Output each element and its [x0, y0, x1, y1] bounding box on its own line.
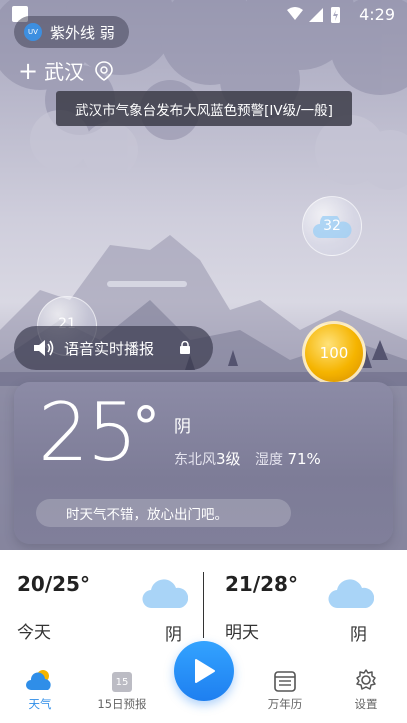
location-pin-icon — [95, 60, 113, 81]
forecast-divider — [203, 572, 204, 638]
voice-label: 语音实时播报 — [64, 339, 155, 358]
bubble-value: 32 — [323, 218, 341, 234]
current-weather-card[interactable]: 25 ° 阴 东北风3级 湿度 71% 时天气不错，放心出门吧。 — [14, 382, 393, 544]
wind-label: 东北风 — [174, 452, 216, 468]
weather-icon — [26, 670, 51, 690]
play-icon — [195, 659, 215, 683]
status-icons — [285, 6, 345, 28]
coin-value: 100 — [319, 344, 349, 362]
humidity-value: 71% — [287, 450, 321, 468]
today-label: 今天 — [17, 623, 51, 643]
weather-tip: 时天气不错，放心出门吧。 — [36, 499, 291, 527]
voice-broadcast-button[interactable]: 语音实时播报 — [14, 326, 213, 370]
tab-settings[interactable]: 设置 — [331, 660, 401, 723]
tab-label: 万年历 — [267, 697, 303, 711]
alert-text: 武汉市气象台发布大风蓝色预警[IV级/一般] — [75, 102, 333, 119]
weather-alert-banner[interactable]: 武汉市气象台发布大风蓝色预警[IV级/一般] — [56, 91, 352, 126]
settings-gear-icon — [356, 669, 376, 690]
coin-reward-button[interactable]: 100 — [302, 321, 366, 385]
today-temperature-range: 20/25° — [17, 572, 90, 596]
signal-icon — [309, 8, 323, 22]
city-name: 武汉 — [44, 60, 85, 84]
calendar-15-icon: 15 — [112, 672, 132, 692]
tab-weather[interactable]: 天气 — [5, 660, 75, 723]
tomorrow-condition: 阴 — [350, 625, 367, 645]
uv-icon: UV — [24, 23, 42, 41]
tomorrow-temperature-range: 21/28° — [225, 572, 298, 596]
almanac-icon — [274, 671, 296, 692]
cloud-icon — [328, 579, 374, 609]
current-temperature: 25 — [38, 386, 138, 479]
two-day-forecast: 20/25° 今天 阴 21/28° 明天 阴 — [0, 560, 407, 650]
wind-level: 3级 — [216, 450, 241, 468]
uv-label: 紫外线 弱 — [50, 23, 115, 42]
status-time: 4:29 — [359, 5, 395, 24]
tab-label: 天气 — [28, 697, 52, 711]
degree-symbol: ° — [132, 396, 160, 461]
humidity-label: 湿度 — [255, 452, 283, 468]
weather-hero-background: 4:29 UV 紫外线 弱 + 武汉 武汉市气象台发布大风蓝色预警[IV级/一般… — [0, 0, 407, 550]
wind-humidity-row: 东北风3级 湿度 71% — [174, 448, 321, 469]
calendar-badge: 15 — [115, 676, 129, 688]
add-city-icon[interactable]: + — [18, 59, 38, 83]
tomorrow-label: 明天 — [225, 623, 259, 643]
city-selector[interactable]: + 武汉 — [18, 56, 114, 85]
speaker-icon — [34, 340, 54, 356]
today-condition: 阴 — [165, 625, 182, 645]
play-video-button[interactable] — [174, 641, 234, 701]
uv-index-pill[interactable]: UV 紫外线 弱 — [14, 16, 129, 48]
tab-label: 15日预报 — [97, 697, 147, 711]
reward-bubble[interactable]: 32 — [302, 196, 362, 256]
tab-almanac[interactable]: 万年历 — [250, 660, 320, 723]
tab-15-day-forecast[interactable]: 15 15日预报 — [87, 660, 157, 723]
cloud-icon — [142, 579, 188, 609]
wifi-icon — [287, 7, 303, 20]
current-condition: 阴 — [174, 417, 191, 437]
tip-text: 时天气不错，放心出门吧。 — [66, 507, 228, 523]
lock-icon — [180, 341, 190, 354]
tab-label: 设置 — [354, 697, 378, 711]
